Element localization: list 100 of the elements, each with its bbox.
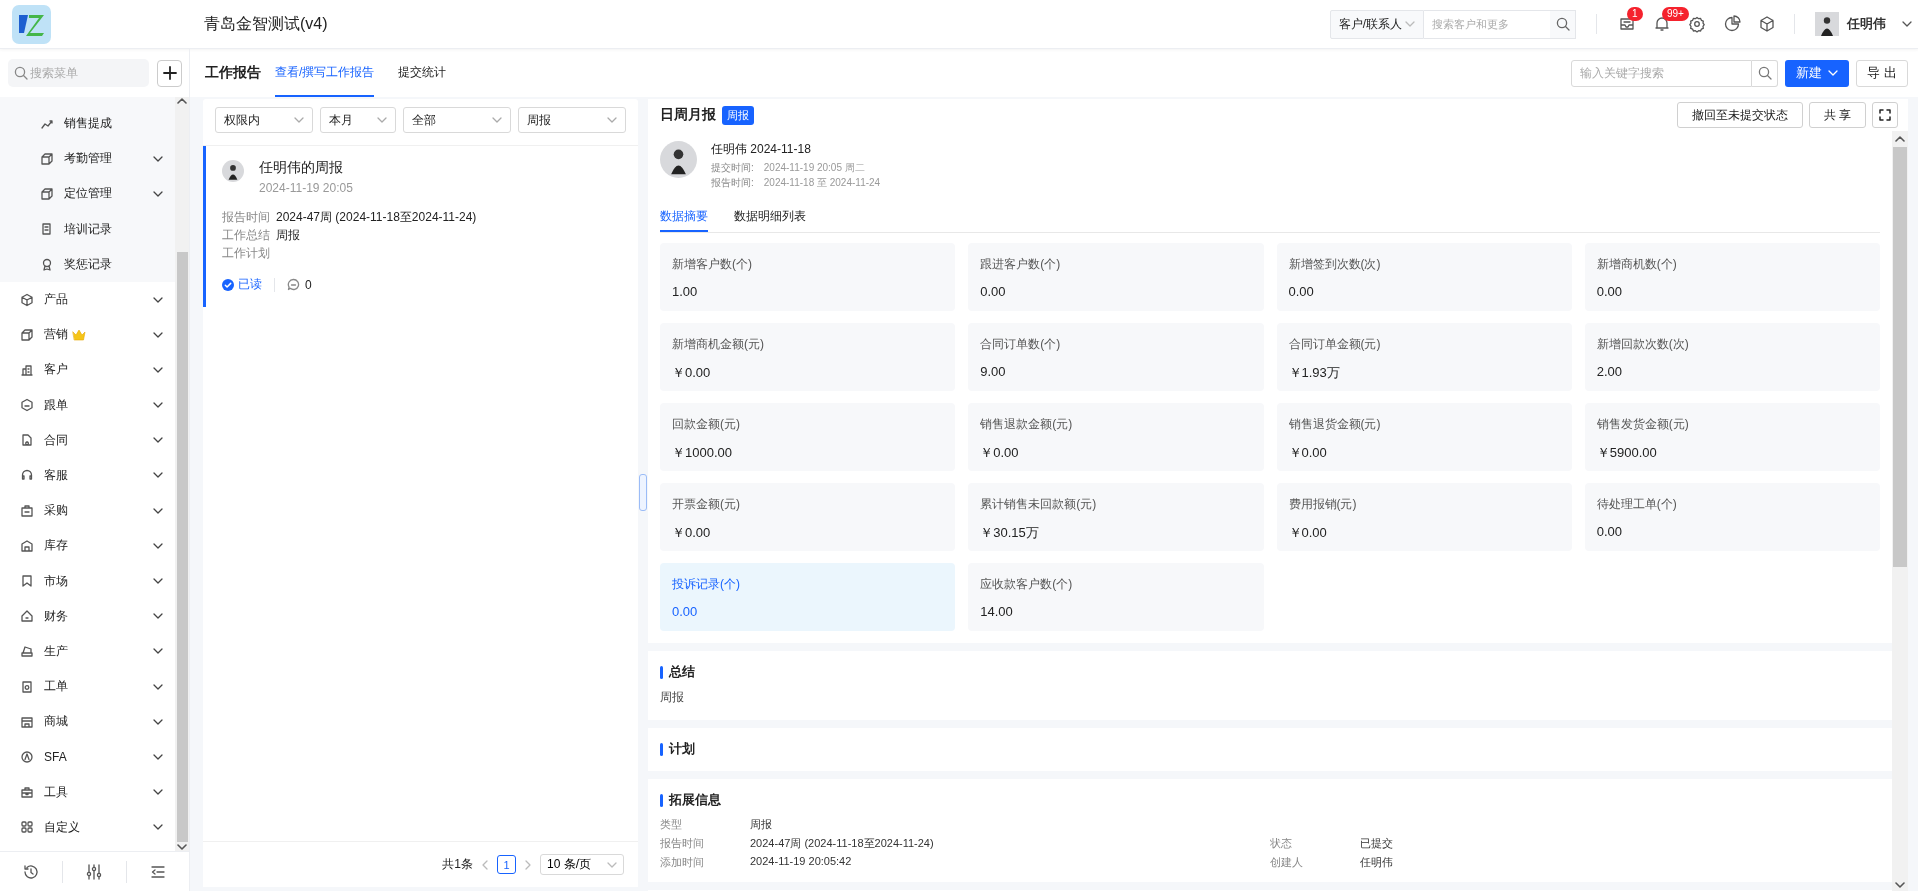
tab[interactable]: 数据摘要 xyxy=(660,202,708,232)
info-label: 状态 xyxy=(1270,836,1293,851)
metric-label: 累计销售未回款额(元) xyxy=(980,496,1098,513)
notification-badge: 99+ xyxy=(1662,7,1689,21)
metric-label: 新增客户数(个) xyxy=(672,256,753,273)
metric-card[interactable]: 新增商机金额(元) ￥0.00 xyxy=(660,323,956,391)
medal-icon xyxy=(40,257,54,272)
metric-value: 14.00 xyxy=(980,604,1014,619)
filter-dropdown[interactable]: 全部 xyxy=(403,107,511,133)
search-button[interactable] xyxy=(1550,9,1576,39)
menu-item[interactable]: 生产 xyxy=(0,633,175,669)
menu-item[interactable]: 培训记录 xyxy=(0,211,175,247)
metric-value: ￥5900.00 xyxy=(1596,444,1658,462)
chevron-down-icon xyxy=(1902,21,1912,27)
tab[interactable]: 数据明细列表 xyxy=(734,202,806,232)
menu-item[interactable]: 营销 xyxy=(0,317,175,353)
tab[interactable]: 提交统计 xyxy=(398,49,447,97)
metric-card[interactable]: 合同订单数(个) 9.00 xyxy=(968,323,1264,391)
withdraw-button[interactable]: 撤回至未提交状态 xyxy=(1676,102,1803,128)
menu-item[interactable]: 库存 xyxy=(0,528,175,564)
menu-item[interactable]: 定位管理 xyxy=(0,176,175,212)
filter-dropdown[interactable]: 权限内 xyxy=(215,107,313,133)
avatar-icon xyxy=(660,141,697,178)
menu-item[interactable]: 自定义 xyxy=(0,809,175,845)
metric-label: 新增回款次数(次) xyxy=(1596,336,1690,353)
search-scope-dropdown[interactable]: 客户/联系人 xyxy=(1330,9,1424,39)
metric-value: ￥0.00 xyxy=(672,524,712,542)
fullscreen-button[interactable] xyxy=(1872,102,1898,128)
metric-card[interactable]: 累计销售未回款额(元) ￥30.15万 xyxy=(968,483,1264,551)
menu-item[interactable]: 客服 xyxy=(0,457,175,494)
metric-value: ￥30.15万 xyxy=(980,524,1040,542)
inbox-icon[interactable] xyxy=(1617,15,1636,33)
menu-item[interactable]: 客户 xyxy=(0,352,175,388)
metric-label: 销售发货金额(元) xyxy=(1596,416,1690,433)
menu-item[interactable]: 商城 xyxy=(0,704,175,740)
menu-item[interactable]: 工单 xyxy=(0,669,175,705)
new-button[interactable]: 新建 xyxy=(1785,59,1849,87)
cube-icon[interactable] xyxy=(1757,15,1776,33)
menu-search-field[interactable]: 搜索菜单 xyxy=(8,59,149,87)
field-label: 工作总结 xyxy=(222,227,270,244)
sliders-icon[interactable] xyxy=(85,862,104,881)
menu-item[interactable]: 工具 xyxy=(0,774,175,810)
search-button[interactable] xyxy=(1752,59,1778,87)
pie-chart-icon[interactable] xyxy=(1722,15,1741,33)
collapse-handle[interactable] xyxy=(639,474,647,511)
metric-card[interactable]: 开票金额(元) ￥0.00 xyxy=(660,483,956,551)
page-number[interactable]: 1 xyxy=(497,855,516,874)
page-size-dropdown[interactable]: 10 条/页 xyxy=(540,854,624,875)
metric-card[interactable]: 待处理工单(个) 0.00 xyxy=(1584,483,1880,551)
metric-card[interactable]: 合同订单金额(元) ￥1.93万 xyxy=(1276,323,1572,391)
metric-card[interactable]: 销售发货金额(元) ￥5900.00 xyxy=(1584,403,1880,471)
scroll-down-icon xyxy=(1895,879,1905,891)
type-tag: 周报 xyxy=(722,105,754,125)
metric-card[interactable]: 新增回款次数(次) 2.00 xyxy=(1584,323,1880,391)
scrollbar[interactable] xyxy=(1892,131,1908,891)
field-value: 周报 xyxy=(276,227,301,244)
menu-item[interactable]: 采购 xyxy=(0,493,175,529)
metric-label: 回款金额(元) xyxy=(672,416,741,433)
metric-card[interactable]: 新增客户数(个) 1.00 xyxy=(660,243,956,311)
avatar-icon[interactable] xyxy=(1815,12,1839,36)
settings-icon[interactable] xyxy=(1687,15,1706,33)
metric-card[interactable]: 费用报销(元) ￥0.00 xyxy=(1276,483,1572,551)
metric-card[interactable]: 新增签到次数(次) 0.00 xyxy=(1276,243,1572,311)
metric-card[interactable]: 应收款客户数(个) 14.00 xyxy=(968,563,1264,631)
metric-card[interactable]: 销售退款金额(元) ￥0.00 xyxy=(968,403,1264,471)
global-search-field[interactable]: 搜索客户和更多 xyxy=(1424,9,1550,39)
metric-label: 待处理工单(个) xyxy=(1596,496,1678,513)
menu-item[interactable]: 合同 xyxy=(0,422,175,458)
share-button[interactable]: 共 享 xyxy=(1808,102,1866,128)
metric-card[interactable]: 跟进客户数(个) 0.00 xyxy=(968,243,1264,311)
menu-item[interactable]: 市场 xyxy=(0,563,175,599)
metric-card[interactable]: 销售退货金额(元) ￥0.00 xyxy=(1276,403,1572,471)
menu-item[interactable]: SFA xyxy=(0,739,175,775)
metric-card[interactable]: 新增商机数(个) 0.00 xyxy=(1584,243,1880,311)
report-time: 2024-11-19 20:05 xyxy=(259,181,353,195)
keyword-search-field[interactable]: 输入关键字搜索 xyxy=(1571,59,1752,87)
metric-card[interactable]: 投诉记录(个) 0.00 xyxy=(660,563,956,631)
user-name[interactable]: 任明伟 xyxy=(1847,15,1886,33)
filter-dropdown[interactable]: 周报 xyxy=(517,107,626,133)
menu-item[interactable]: 跟单 xyxy=(0,387,175,423)
plus-icon xyxy=(162,66,177,80)
scrollbar[interactable] xyxy=(175,97,189,851)
warehouse-icon xyxy=(20,538,34,553)
search-icon xyxy=(14,66,28,80)
filter-dropdown[interactable]: 本月 xyxy=(319,107,397,133)
field-label: 报告时间 xyxy=(222,209,270,226)
export-button[interactable]: 导 出 xyxy=(1856,59,1908,87)
menu-item[interactable]: 销售提成 xyxy=(0,106,175,142)
menu-item[interactable]: 财务 xyxy=(0,598,175,634)
info-value: 2024-47周 (2024-11-18至2024-11-24) xyxy=(750,836,935,851)
metric-card[interactable]: 回款金额(元) ￥1000.00 xyxy=(660,403,956,471)
menu-item[interactable]: 考勤管理 xyxy=(0,141,175,177)
menu-item[interactable]: 产品 xyxy=(0,281,175,318)
report-card[interactable]: 任明伟的周报 2024-11-19 20:05 报告时间 2024-47周 (2024-11-18至2024-11-24) 工作总结 周报 工作计划 已读 0 xyxy=(203,146,638,307)
history-icon[interactable] xyxy=(22,862,41,881)
cube-icon xyxy=(40,151,54,166)
menu-item[interactable]: 奖惩记录 xyxy=(0,246,175,282)
metric-value: ￥0.00 xyxy=(1288,524,1328,542)
house-icon xyxy=(20,609,34,624)
add-button[interactable] xyxy=(157,59,182,87)
